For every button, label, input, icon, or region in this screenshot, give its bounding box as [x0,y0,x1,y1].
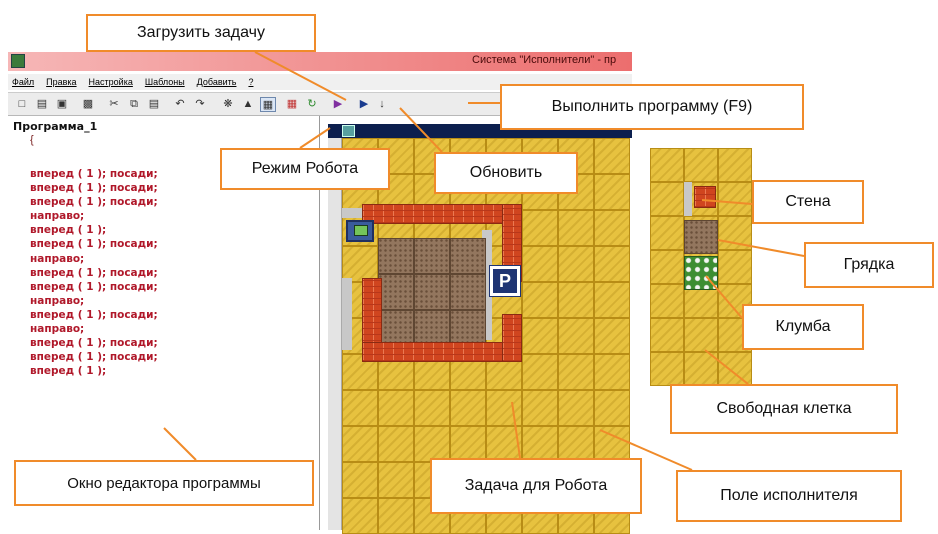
callout-leaders [163,51,805,471]
leader-load-task [254,51,347,101]
callout-load-task: Загрузить задачу [86,14,316,52]
callout-executor-field: Поле исполнителя [676,470,902,522]
leader-robot-task [511,401,521,459]
callout-editor-window: Окно редактора программы [14,460,314,506]
leader-wall [701,199,753,205]
callout-run-program: Выполнить программу (F9) [500,84,804,130]
leader-flowerbed [705,275,743,319]
callout-robot-mode: Режим Робота [220,148,390,190]
leader-free-cell [704,349,749,385]
leader-bed [717,239,805,257]
callout-bed: Грядка [804,242,934,288]
leader-robot-mode [299,127,331,149]
callout-free-cell: Свободная клетка [670,384,898,434]
callout-flowerbed: Клумба [742,304,864,350]
leader-refresh [399,107,443,153]
callout-refresh: Обновить [434,152,578,194]
leader-editor-window [163,427,197,461]
callout-robot-task: Задача для Робота [430,458,642,514]
callout-wall: Стена [752,180,864,224]
